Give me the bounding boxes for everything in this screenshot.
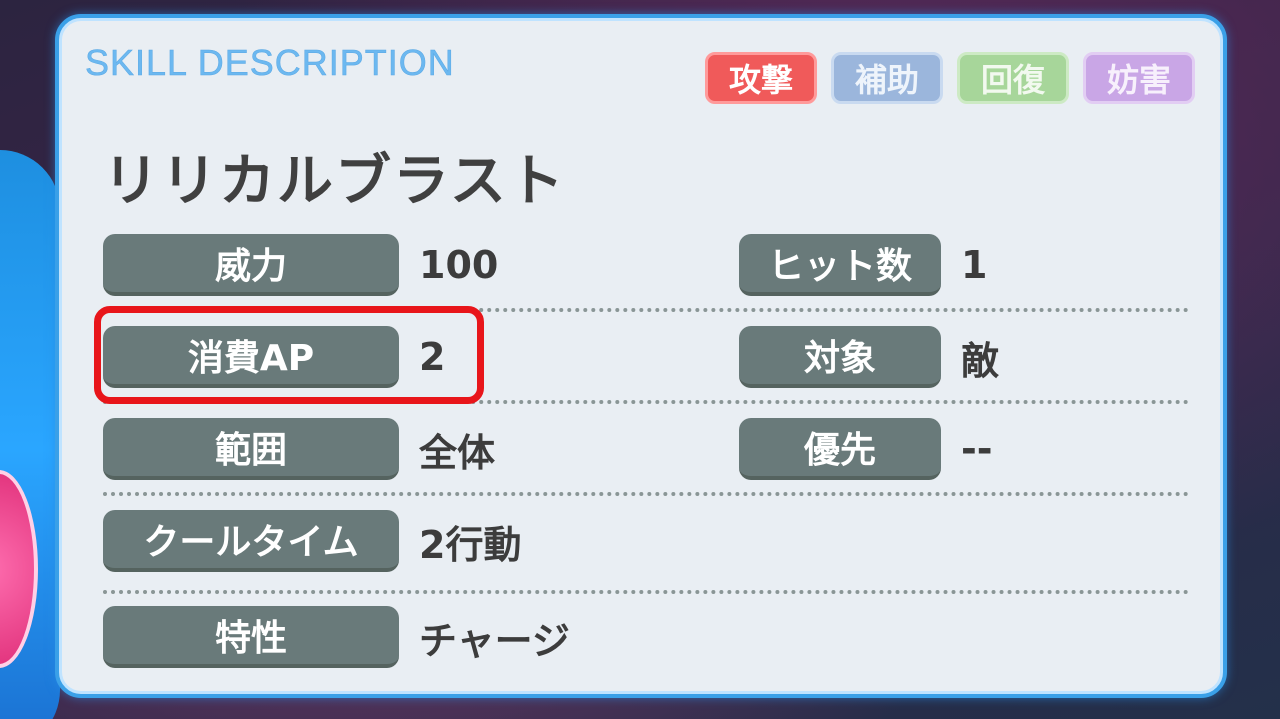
stat-value-priority: -- bbox=[961, 427, 993, 471]
stat-label-cooltime: クールタイム bbox=[103, 510, 399, 572]
skill-type-tags: 攻撃 補助 回復 妨害 bbox=[705, 52, 1195, 104]
panel-title: SKILL DESCRIPTION bbox=[85, 42, 455, 84]
stat-label-trait: 特性 bbox=[103, 606, 399, 668]
stat-label-target: 対象 bbox=[739, 326, 941, 388]
stat-label-range: 範囲 bbox=[103, 418, 399, 480]
stat-label-hits: ヒット数 bbox=[739, 234, 941, 296]
stat-row-trait: 特性 チャージ bbox=[103, 606, 570, 668]
tag-debuff: 妨害 bbox=[1083, 52, 1195, 104]
stat-row-priority: 優先 -- bbox=[739, 418, 993, 480]
stat-label-power: 威力 bbox=[103, 234, 399, 296]
stat-value-trait: チャージ bbox=[419, 618, 570, 663]
tag-support: 補助 bbox=[831, 52, 943, 104]
stat-value-target: 敵 bbox=[961, 338, 1000, 383]
game-screen: SKILL DESCRIPTION 攻撃 補助 回復 妨害 リリカルブラスト 威… bbox=[0, 0, 1280, 719]
divider bbox=[103, 590, 1189, 594]
stat-value-cooltime: 2行動 bbox=[419, 522, 522, 567]
stat-row-cooltime: クールタイム 2行動 bbox=[103, 510, 521, 572]
stat-row-power: 威力 100 bbox=[103, 234, 498, 296]
stat-value-hits: 1 bbox=[961, 243, 988, 287]
highlight-box bbox=[94, 306, 484, 404]
tag-heal: 回復 bbox=[957, 52, 1069, 104]
stat-value-range: 全体 bbox=[419, 430, 496, 475]
skill-description-panel: SKILL DESCRIPTION 攻撃 補助 回復 妨害 リリカルブラスト 威… bbox=[55, 14, 1227, 698]
tag-attack: 攻撃 bbox=[705, 52, 817, 104]
stat-row-hits: ヒット数 1 bbox=[739, 234, 987, 296]
stat-label-priority: 優先 bbox=[739, 418, 941, 480]
stat-row-range: 範囲 全体 bbox=[103, 418, 495, 480]
skill-name: リリカルブラスト bbox=[103, 149, 566, 214]
stat-row-target: 対象 敵 bbox=[739, 326, 999, 388]
stat-value-power: 100 bbox=[419, 243, 499, 287]
divider bbox=[103, 492, 1189, 496]
